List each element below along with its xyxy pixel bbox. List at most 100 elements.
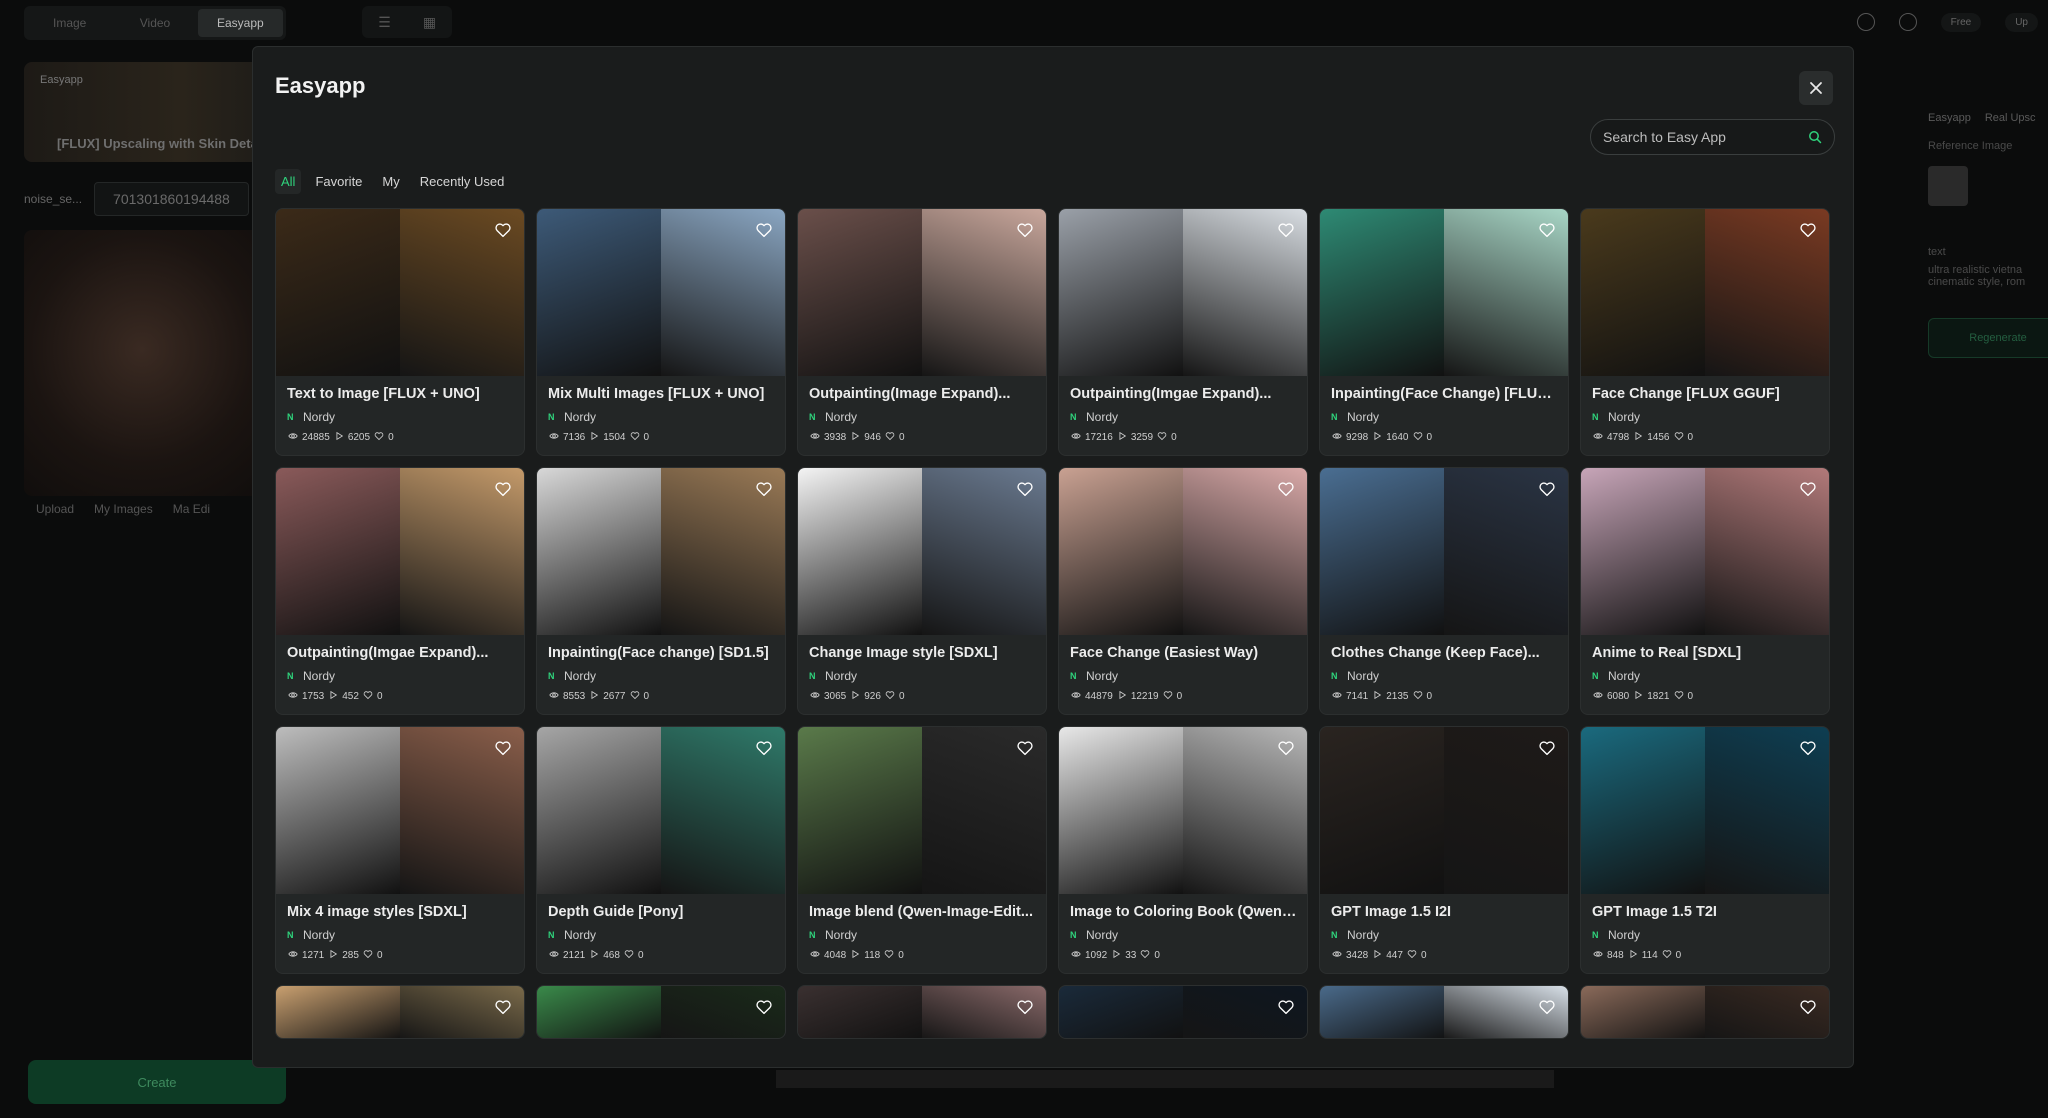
create-button[interactable]: Create xyxy=(28,1060,286,1104)
favorite-heart-icon[interactable] xyxy=(1536,996,1558,1018)
app-card[interactable]: Image blend (Qwen-Image-Edit... N Nordy 404… xyxy=(797,726,1047,974)
likes-count: 0 xyxy=(1420,950,1427,961)
runs-count: 12219 xyxy=(1130,691,1159,702)
favorite-heart-icon[interactable] xyxy=(1536,478,1558,500)
app-card[interactable]: Text to Image [FLUX + UNO] N Nordy 24885 620… xyxy=(275,208,525,456)
app-card[interactable]: Change Image style [SDXL] N Nordy 3065 926 0 xyxy=(797,467,1047,715)
app-card[interactable]: Inpainting(Face change) [SD1.5] N Nordy 855… xyxy=(536,467,786,715)
favorite-heart-icon[interactable] xyxy=(753,996,775,1018)
favorite-heart-icon[interactable] xyxy=(492,478,514,500)
views-icon xyxy=(810,690,820,703)
app-author: N Nordy xyxy=(1592,928,1640,942)
favorite-heart-icon[interactable] xyxy=(1797,219,1819,241)
seed-input[interactable]: 701301860194488 xyxy=(94,182,249,216)
app-title: Change Image style [SDXL] xyxy=(809,645,998,661)
favorite-heart-icon[interactable] xyxy=(492,737,514,759)
nordy-logo-icon: N xyxy=(1070,412,1077,422)
favorite-heart-icon[interactable] xyxy=(1014,737,1036,759)
favorite-heart-icon[interactable] xyxy=(1797,996,1819,1018)
runs-icon xyxy=(328,949,338,962)
reference-image-thumb[interactable] xyxy=(1928,166,1968,206)
runs-icon xyxy=(1633,690,1643,703)
app-title: Outpainting(Image Expand)... xyxy=(809,386,1011,402)
views-icon xyxy=(1332,690,1342,703)
app-thumbnail xyxy=(1581,468,1829,635)
app-card[interactable]: Face Change [FLUX GGUF] N Nordy 4798 1456 0 xyxy=(1580,208,1830,456)
favorite-heart-icon[interactable] xyxy=(492,996,514,1018)
app-card[interactable]: Mix Multi Images [FLUX + UNO] N Nordy 7136 1… xyxy=(536,208,786,456)
favorite-heart-icon[interactable] xyxy=(753,219,775,241)
favorite-heart-icon[interactable] xyxy=(1275,478,1297,500)
favorite-heart-icon[interactable] xyxy=(1275,996,1297,1018)
app-card[interactable] xyxy=(1580,985,1830,1039)
runs-count: 1504 xyxy=(603,432,626,443)
author-name: Nordy xyxy=(825,410,858,424)
app-card[interactable]: Depth Guide [Pony] N Nordy 2121 468 0 xyxy=(536,726,786,974)
runs-icon xyxy=(850,431,860,444)
favorite-heart-icon[interactable] xyxy=(1797,478,1819,500)
app-card[interactable]: GPT Image 1.5 I2I N Nordy 3428 447 0 xyxy=(1319,726,1569,974)
app-card[interactable]: Face Change (Easiest Way) N Nordy 44879 1221… xyxy=(1058,467,1308,715)
runs-icon xyxy=(589,690,599,703)
input-image-preview[interactable] xyxy=(24,230,286,496)
app-card[interactable]: Inpainting(Face Change) [FLUX... N Nordy 92… xyxy=(1319,208,1569,456)
make-edit-button[interactable]: Ma Edi xyxy=(173,502,210,516)
app-card[interactable] xyxy=(1058,985,1308,1039)
app-card[interactable]: GPT Image 1.5 T2I N Nordy 848 114 0 xyxy=(1580,726,1830,974)
favorite-heart-icon[interactable] xyxy=(1275,219,1297,241)
app-card[interactable] xyxy=(1319,985,1569,1039)
app-card[interactable]: Mix 4 image styles [SDXL] N Nordy 1271 285 0 xyxy=(275,726,525,974)
filter-my[interactable]: My xyxy=(376,169,405,194)
app-card[interactable]: Anime to Real [SDXL] N Nordy 6080 1821 0 xyxy=(1580,467,1830,715)
views-count: 6080 xyxy=(1607,691,1630,702)
app-card[interactable] xyxy=(536,985,786,1039)
search-icon[interactable] xyxy=(1808,130,1822,144)
app-card[interactable]: Outpainting(Image Expand)... N Nordy 3938 94… xyxy=(797,208,1047,456)
app-card[interactable] xyxy=(797,985,1047,1039)
favorite-heart-icon[interactable] xyxy=(1014,996,1036,1018)
upgrade-button[interactable]: Up xyxy=(2005,12,2038,32)
likes-icon xyxy=(885,690,895,703)
regenerate-button[interactable]: Regenerate xyxy=(1928,318,2048,358)
my-images-button[interactable]: My Images xyxy=(94,502,153,516)
tab-video[interactable]: Video xyxy=(112,9,197,37)
app-title: GPT Image 1.5 T2I xyxy=(1592,904,1717,920)
tab-easyapp[interactable]: Easyapp xyxy=(197,9,283,37)
seed-label: noise_se... xyxy=(24,192,83,206)
views-count: 24885 xyxy=(302,432,330,443)
app-stats: 6080 1821 0 xyxy=(1593,690,1693,703)
favorite-heart-icon[interactable] xyxy=(753,478,775,500)
close-button[interactable] xyxy=(1799,71,1833,105)
app-card[interactable]: Outpainting(Imgae Expand)... N Nordy 1753 45… xyxy=(275,467,525,715)
favorite-heart-icon[interactable] xyxy=(1275,737,1297,759)
app-author: N Nordy xyxy=(809,669,857,683)
favorite-heart-icon[interactable] xyxy=(492,219,514,241)
app-card[interactable]: Outpainting(Imgae Expand)... N Nordy 17216 3… xyxy=(1058,208,1308,456)
bell-icon[interactable] xyxy=(1898,13,1917,31)
favorite-heart-icon[interactable] xyxy=(1536,737,1558,759)
app-card[interactable]: Image to Coloring Book (Qwen-... N Nordy 10… xyxy=(1058,726,1308,974)
filter-all[interactable]: All xyxy=(275,169,302,194)
upload-button[interactable]: Upload xyxy=(36,502,74,516)
selected-app-card[interactable]: Easyapp [FLUX] Upscaling with Skin Detai… xyxy=(24,62,286,162)
favorite-heart-icon[interactable] xyxy=(1536,219,1558,241)
favorite-heart-icon[interactable] xyxy=(753,737,775,759)
runs-icon xyxy=(1117,431,1127,444)
favorite-heart-icon[interactable] xyxy=(1797,737,1819,759)
filter-recently-used[interactable]: Recently Used xyxy=(414,169,511,194)
app-card[interactable]: Clothes Change (Keep Face)... N Nordy 7141 2… xyxy=(1319,467,1569,715)
card-title: [FLUX] Upscaling with Skin Detail xyxy=(57,136,266,151)
list-view-icon[interactable]: ☰ xyxy=(362,6,407,38)
views-icon xyxy=(810,431,820,444)
app-card[interactable] xyxy=(275,985,525,1039)
filter-favorite[interactable]: Favorite xyxy=(309,169,368,194)
close-icon xyxy=(1810,82,1822,94)
right-tab-real-upscale[interactable]: Real Upsc xyxy=(1985,112,2036,124)
tab-image[interactable]: Image xyxy=(27,9,112,37)
right-tab-easyapp[interactable]: Easyapp xyxy=(1928,112,1971,124)
favorite-heart-icon[interactable] xyxy=(1014,478,1036,500)
search-input[interactable] xyxy=(1603,129,1808,145)
grid-view-icon[interactable]: ▦ xyxy=(407,6,452,38)
favorite-heart-icon[interactable] xyxy=(1014,219,1036,241)
globe-icon[interactable] xyxy=(1856,13,1875,31)
